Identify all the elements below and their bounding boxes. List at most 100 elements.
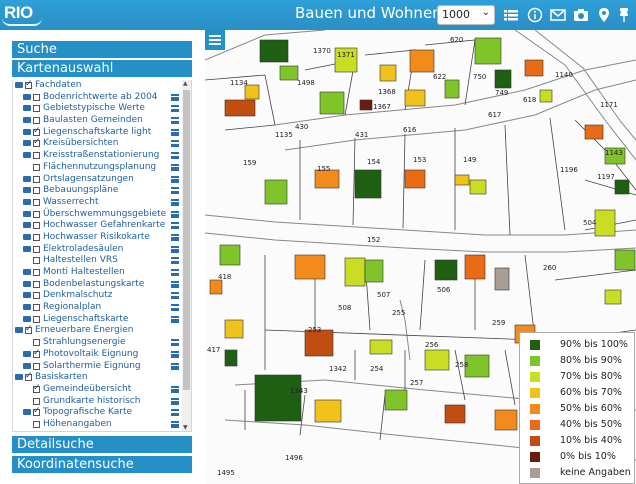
layer-tree-item[interactable]: Liegenschaftskarte [13,314,183,326]
building-footprint[interactable] [424,349,450,371]
layer-menu-icon[interactable] [171,233,179,241]
layer-checkbox[interactable] [33,152,40,160]
layer-checkbox[interactable] [33,210,40,218]
layer-label[interactable]: Solarthermie Eignung [43,361,141,373]
mail-icon[interactable] [550,7,566,23]
building-footprint[interactable] [604,289,622,305]
layer-checkbox[interactable] [33,257,40,265]
folder-icon[interactable] [23,117,31,124]
layer-checkbox[interactable] [25,324,33,336]
layer-label[interactable]: Elektroladesäulen [43,244,123,256]
layer-checkbox[interactable] [33,117,40,125]
layer-checkbox[interactable] [33,187,40,195]
layer-tree-item[interactable]: Bebauungspläne [13,185,183,197]
layer-label[interactable]: Bebauungspläne [43,185,118,197]
layer-menu-icon[interactable] [171,175,179,183]
building-footprint[interactable] [404,89,426,107]
list-icon[interactable] [503,7,519,23]
layer-checkbox[interactable] [33,397,40,405]
building-footprint[interactable] [494,69,512,89]
folder-icon[interactable] [23,210,31,217]
layer-checkbox[interactable] [33,163,40,171]
building-footprint[interactable] [409,49,435,73]
layer-menu-icon[interactable] [171,222,179,230]
detail-search-panel-header[interactable]: Detailsuche [12,436,192,453]
building-footprint[interactable] [464,254,486,280]
layer-menu-icon[interactable] [171,257,179,265]
layer-menu-icon[interactable] [171,152,179,160]
folder-icon[interactable] [15,374,23,381]
folder-icon[interactable] [23,198,31,205]
folder-icon[interactable] [23,362,31,369]
layer-menu-icon[interactable] [171,105,179,113]
layer-tree-item[interactable]: Hochwasser Risikokarte [13,232,183,244]
building-footprint[interactable] [244,84,260,100]
folder-icon[interactable] [23,269,31,275]
layer-menu-icon[interactable] [171,128,179,136]
layer-menu-icon[interactable] [171,292,179,300]
layer-tree-item[interactable]: Denkmalschutz [13,290,183,302]
building-footprint[interactable] [384,389,408,411]
building-footprint[interactable] [464,354,490,378]
layer-checkbox[interactable] [33,406,41,418]
building-footprint[interactable] [369,339,393,355]
folder-icon[interactable] [23,292,31,299]
folder-icon[interactable] [23,315,31,322]
layer-tree-item[interactable]: Hochwasser Gefahrenkarte [13,220,183,232]
folder-icon[interactable] [23,152,31,159]
layer-label[interactable]: Photovoltaik Eignung [43,349,138,361]
scale-select[interactable]: 1000 ⌄ [437,5,495,25]
layer-menu-icon[interactable] [171,269,179,276]
building-footprint[interactable] [524,59,544,77]
layer-label[interactable]: Liegenschaftskarte light [43,127,151,139]
building-footprint[interactable] [344,257,366,287]
layer-checkbox[interactable] [33,292,40,300]
layer-checkbox[interactable] [33,245,40,253]
layer-tree-item[interactable]: Elektroladesäulen [13,244,183,256]
building-footprint[interactable] [474,37,502,65]
layer-tree-item[interactable]: Haltestellen VRS [13,255,183,267]
layer-checkbox[interactable] [33,315,40,323]
layer-checkbox[interactable] [33,93,40,101]
building-footprint[interactable] [294,254,326,280]
layer-checkbox[interactable] [33,269,40,276]
layer-checkbox[interactable] [25,371,33,383]
layer-menu-icon[interactable] [171,304,179,312]
folder-icon[interactable] [23,175,31,182]
layer-tree-item[interactable]: Fachdaten [13,80,183,92]
building-footprint[interactable] [254,374,302,422]
building-footprint[interactable] [614,249,636,271]
layer-tree-item[interactable]: Kreisstraßenstationierung [13,150,183,162]
building-footprint[interactable] [224,319,244,339]
building-footprint[interactable] [319,91,345,115]
layer-label[interactable]: Basiskarten [35,372,88,384]
layer-label[interactable]: Monti Haltestellen [43,267,125,279]
building-footprint[interactable] [614,179,630,195]
layer-checkbox[interactable] [33,175,40,183]
folder-icon[interactable] [23,93,31,100]
building-footprint[interactable] [224,99,256,117]
building-footprint[interactable] [404,169,426,189]
building-footprint[interactable] [379,64,397,82]
folder-icon[interactable] [23,222,31,229]
layer-tree-item[interactable]: Bodenrichtwerte ab 2004 [13,92,183,104]
scroll-up-icon[interactable]: ▲ [183,80,188,87]
layer-label[interactable]: Hochwasser Risikokarte [43,232,150,244]
layer-tree-item[interactable]: Höhenangaben [13,419,183,431]
folder-icon[interactable] [23,140,31,147]
building-footprint[interactable] [264,179,288,205]
folder-icon[interactable] [23,233,31,240]
folder-icon[interactable] [23,304,31,311]
building-footprint[interactable] [209,279,223,295]
camera-icon[interactable] [573,7,589,23]
layer-menu-icon[interactable] [171,187,179,195]
folder-icon[interactable] [23,245,31,252]
folder-icon[interactable] [23,409,31,416]
layer-checkbox[interactable] [33,280,40,288]
layer-checkbox[interactable] [33,304,40,312]
layer-label[interactable]: Bodenrichtwerte ab 2004 [43,92,158,104]
layer-tree-scrollbar[interactable]: ▲ ▼ [182,80,191,431]
layer-tree-item[interactable]: Topografische Karte [13,406,183,419]
building-footprint[interactable] [454,174,470,186]
layer-label[interactable]: Regionalplan [43,302,101,314]
